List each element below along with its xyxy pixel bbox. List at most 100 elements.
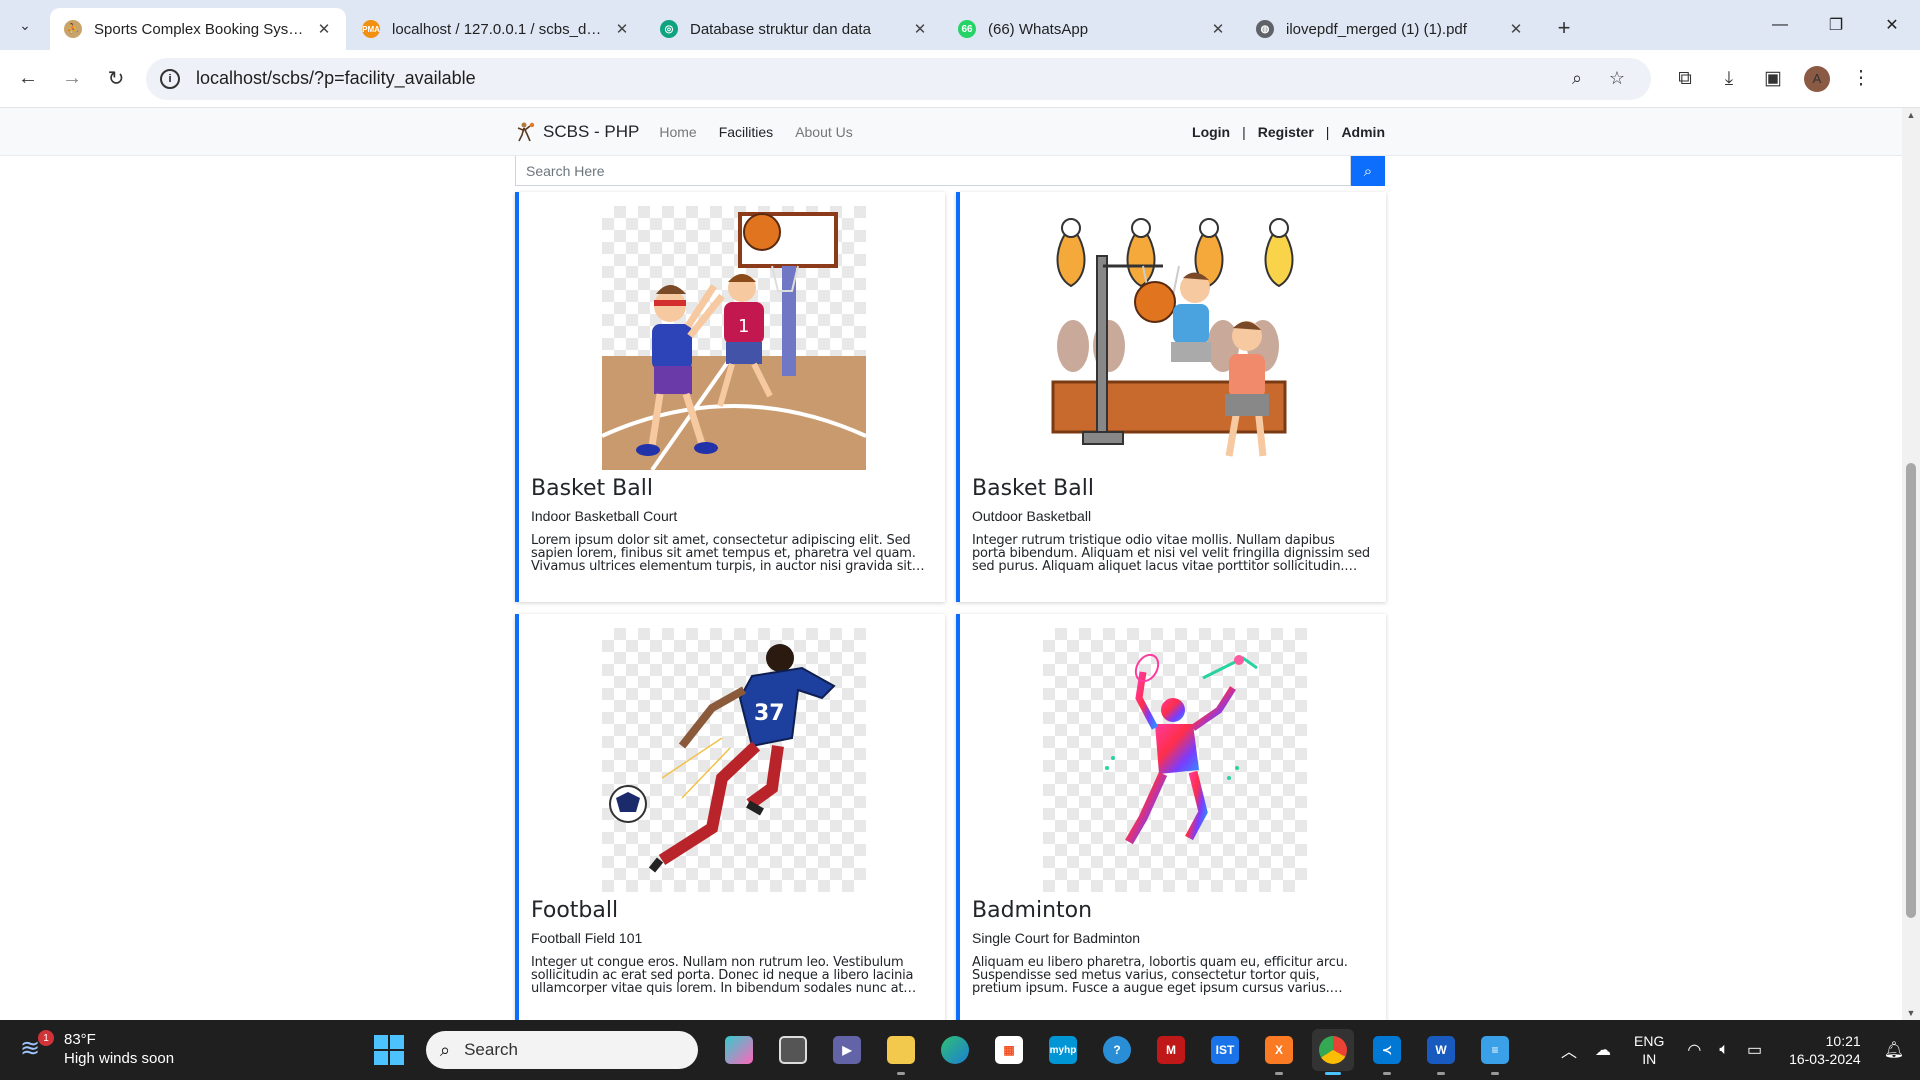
chevron-up-icon[interactable]: ︿: [1561, 1038, 1577, 1062]
brand[interactable]: SCBS - PHP: [515, 121, 639, 143]
language-indicator[interactable]: ENG IN: [1634, 1032, 1664, 1068]
taskbar-search[interactable]: ⌕ Search: [426, 1031, 698, 1069]
windows-taskbar: ≋ 1 83°F High winds soon ⌕ Search ▶ ▦ my…: [0, 1020, 1920, 1080]
close-tab-icon[interactable]: ✕: [910, 20, 930, 38]
svg-text:1: 1: [738, 316, 749, 337]
close-tab-icon[interactable]: ✕: [1506, 20, 1526, 38]
back-icon[interactable]: ←: [6, 59, 50, 99]
facility-card[interactable]: 1 Basket Ball Indoor Basketball Court Lo…: [515, 192, 945, 602]
forward-icon[interactable]: →: [50, 59, 94, 99]
battery-icon[interactable]: ▭: [1747, 1040, 1762, 1060]
mcafee-icon[interactable]: M: [1150, 1029, 1192, 1071]
tab-search-button[interactable]: ⌄: [8, 8, 42, 42]
tab-title: Sports Complex Booking System: [94, 20, 306, 38]
clock-date: 16-03-2024: [1789, 1051, 1861, 1067]
minimize-icon[interactable]: —: [1752, 0, 1808, 50]
tab-chatgpt[interactable]: ◎ Database struktur dan data ✕: [646, 8, 942, 50]
close-window-icon[interactable]: ✕: [1864, 0, 1920, 50]
facility-subtitle: Single Court for Badminton: [972, 930, 1141, 946]
notifications-bell-icon[interactable]: 🔔︎: [1884, 1040, 1904, 1060]
myhp-icon[interactable]: myhp: [1042, 1029, 1084, 1071]
xampp-icon[interactable]: X: [1258, 1029, 1300, 1075]
search-icon: ⌕: [1363, 162, 1373, 180]
weather-widget[interactable]: ≋ 1 83°F High winds soon: [20, 1030, 174, 1068]
facility-subtitle: Indoor Basketball Court: [531, 508, 678, 524]
help-icon[interactable]: ?: [1096, 1029, 1138, 1071]
browser-menu-icon[interactable]: ⋮: [1839, 67, 1883, 90]
task-view-icon[interactable]: [772, 1029, 814, 1071]
bookmark-star-icon[interactable]: ☆: [1597, 68, 1637, 89]
facility-name[interactable]: Basket Ball: [972, 476, 1094, 501]
tab-title: Database struktur dan data: [690, 20, 871, 38]
window-controls: — ❐ ✕: [1752, 0, 1920, 50]
close-tab-icon[interactable]: ✕: [314, 20, 334, 38]
weather-description: High winds soon: [64, 1050, 175, 1067]
reload-icon[interactable]: ↻: [94, 59, 138, 99]
search-input[interactable]: Search Here: [515, 156, 1351, 186]
edge-icon[interactable]: [934, 1029, 976, 1071]
clock-time: 10:21: [1825, 1033, 1861, 1049]
scrollbar-thumb[interactable]: [1906, 463, 1916, 918]
register-link[interactable]: Register: [1258, 124, 1314, 140]
language-code: ENG: [1634, 1033, 1665, 1049]
file-explorer-icon[interactable]: [880, 1029, 922, 1075]
admin-link[interactable]: Admin: [1341, 124, 1385, 140]
copilot-icon[interactable]: [718, 1029, 760, 1071]
side-panel-icon[interactable]: ▣: [1751, 67, 1795, 90]
clock[interactable]: 10:21 16-03-2024: [1789, 1032, 1861, 1068]
tab-title: (66) WhatsApp: [988, 20, 1089, 38]
facility-description: Lorem ipsum dolor sit amet, consectetur …: [531, 534, 916, 573]
tab-whatsapp[interactable]: 66 (66) WhatsApp ✕: [944, 8, 1240, 50]
wind-icon: ≋ 1: [20, 1030, 54, 1064]
facility-search: Search Here ⌕: [515, 156, 1385, 186]
tab-title: localhost / 127.0.0.1 / scbs_db / ...: [392, 20, 604, 38]
vscode-icon[interactable]: ≺: [1366, 1029, 1408, 1075]
new-tab-button[interactable]: +: [1548, 12, 1580, 44]
page-scrollbar[interactable]: ▲ ▼: [1902, 108, 1920, 1020]
close-tab-icon[interactable]: ✕: [612, 20, 632, 38]
notepad-icon[interactable]: ≡: [1474, 1029, 1516, 1075]
zoom-icon[interactable]: ⌕: [1557, 68, 1597, 89]
microsoft-store-icon[interactable]: ▦: [988, 1029, 1030, 1071]
scroll-down-arrow-icon[interactable]: ▼: [1902, 1008, 1920, 1018]
facility-card[interactable]: Badminton Single Court for Badminton Ali…: [956, 614, 1386, 1020]
site-navbar: SCBS - PHP Home Facilities About Us Logi…: [0, 108, 1902, 156]
facility-card[interactable]: Basket Ball Outdoor Basketball Integer r…: [956, 192, 1386, 602]
facility-card[interactable]: 37 Football Football Field 101 Integer u…: [515, 614, 945, 1020]
teams-meet-icon[interactable]: ▶: [826, 1029, 868, 1071]
facility-name[interactable]: Badminton: [972, 898, 1092, 923]
word-icon[interactable]: W: [1420, 1029, 1462, 1075]
nav-separator: |: [1325, 124, 1330, 140]
chrome-icon[interactable]: [1312, 1029, 1354, 1075]
brand-name: SCBS - PHP: [543, 122, 640, 141]
login-link[interactable]: Login: [1192, 124, 1230, 140]
search-button[interactable]: ⌕: [1351, 156, 1385, 186]
facility-name[interactable]: Basket Ball: [531, 476, 653, 501]
wifi-icon[interactable]: ◠: [1687, 1040, 1701, 1060]
nav-home-link[interactable]: Home: [659, 124, 696, 140]
profile-avatar[interactable]: A: [1804, 65, 1830, 92]
facility-image-outdoor-basketball: [1043, 206, 1307, 470]
page-viewport: SCBS - PHP Home Facilities About Us Logi…: [0, 108, 1920, 1020]
search-icon: ⌕: [440, 1039, 451, 1060]
nav-facilities-link[interactable]: Facilities: [719, 124, 773, 140]
tab-pdf[interactable]: ◍ ilovepdf_merged (1) (1).pdf ✕: [1242, 8, 1538, 50]
url-text[interactable]: localhost/scbs/?p=facility_available: [196, 68, 1557, 89]
extensions-icon[interactable]: ⧉: [1663, 68, 1707, 90]
scroll-up-arrow-icon[interactable]: ▲: [1902, 110, 1920, 120]
address-bar[interactable]: i localhost/scbs/?p=facility_available ⌕…: [146, 57, 1651, 100]
ist-app-icon[interactable]: IST: [1204, 1029, 1246, 1071]
restore-icon[interactable]: ❐: [1808, 0, 1864, 50]
phpmyadmin-favicon: PMA: [362, 20, 380, 38]
nav-about-link[interactable]: About Us: [795, 124, 853, 140]
tab-sports-complex[interactable]: ⛹ Sports Complex Booking System ✕: [50, 8, 346, 50]
onedrive-icon[interactable]: ☁: [1595, 1040, 1611, 1060]
tab-phpmyadmin[interactable]: PMA localhost / 127.0.0.1 / scbs_db / ..…: [348, 8, 644, 50]
volume-icon[interactable]: 🔈︎: [1719, 1041, 1729, 1059]
facility-name[interactable]: Football: [531, 898, 618, 923]
close-tab-icon[interactable]: ✕: [1208, 20, 1228, 38]
facility-subtitle: Outdoor Basketball: [972, 508, 1092, 524]
download-icon[interactable]: ⤓: [1707, 68, 1751, 90]
start-button[interactable]: [374, 1035, 404, 1065]
site-info-icon[interactable]: i: [160, 68, 180, 89]
